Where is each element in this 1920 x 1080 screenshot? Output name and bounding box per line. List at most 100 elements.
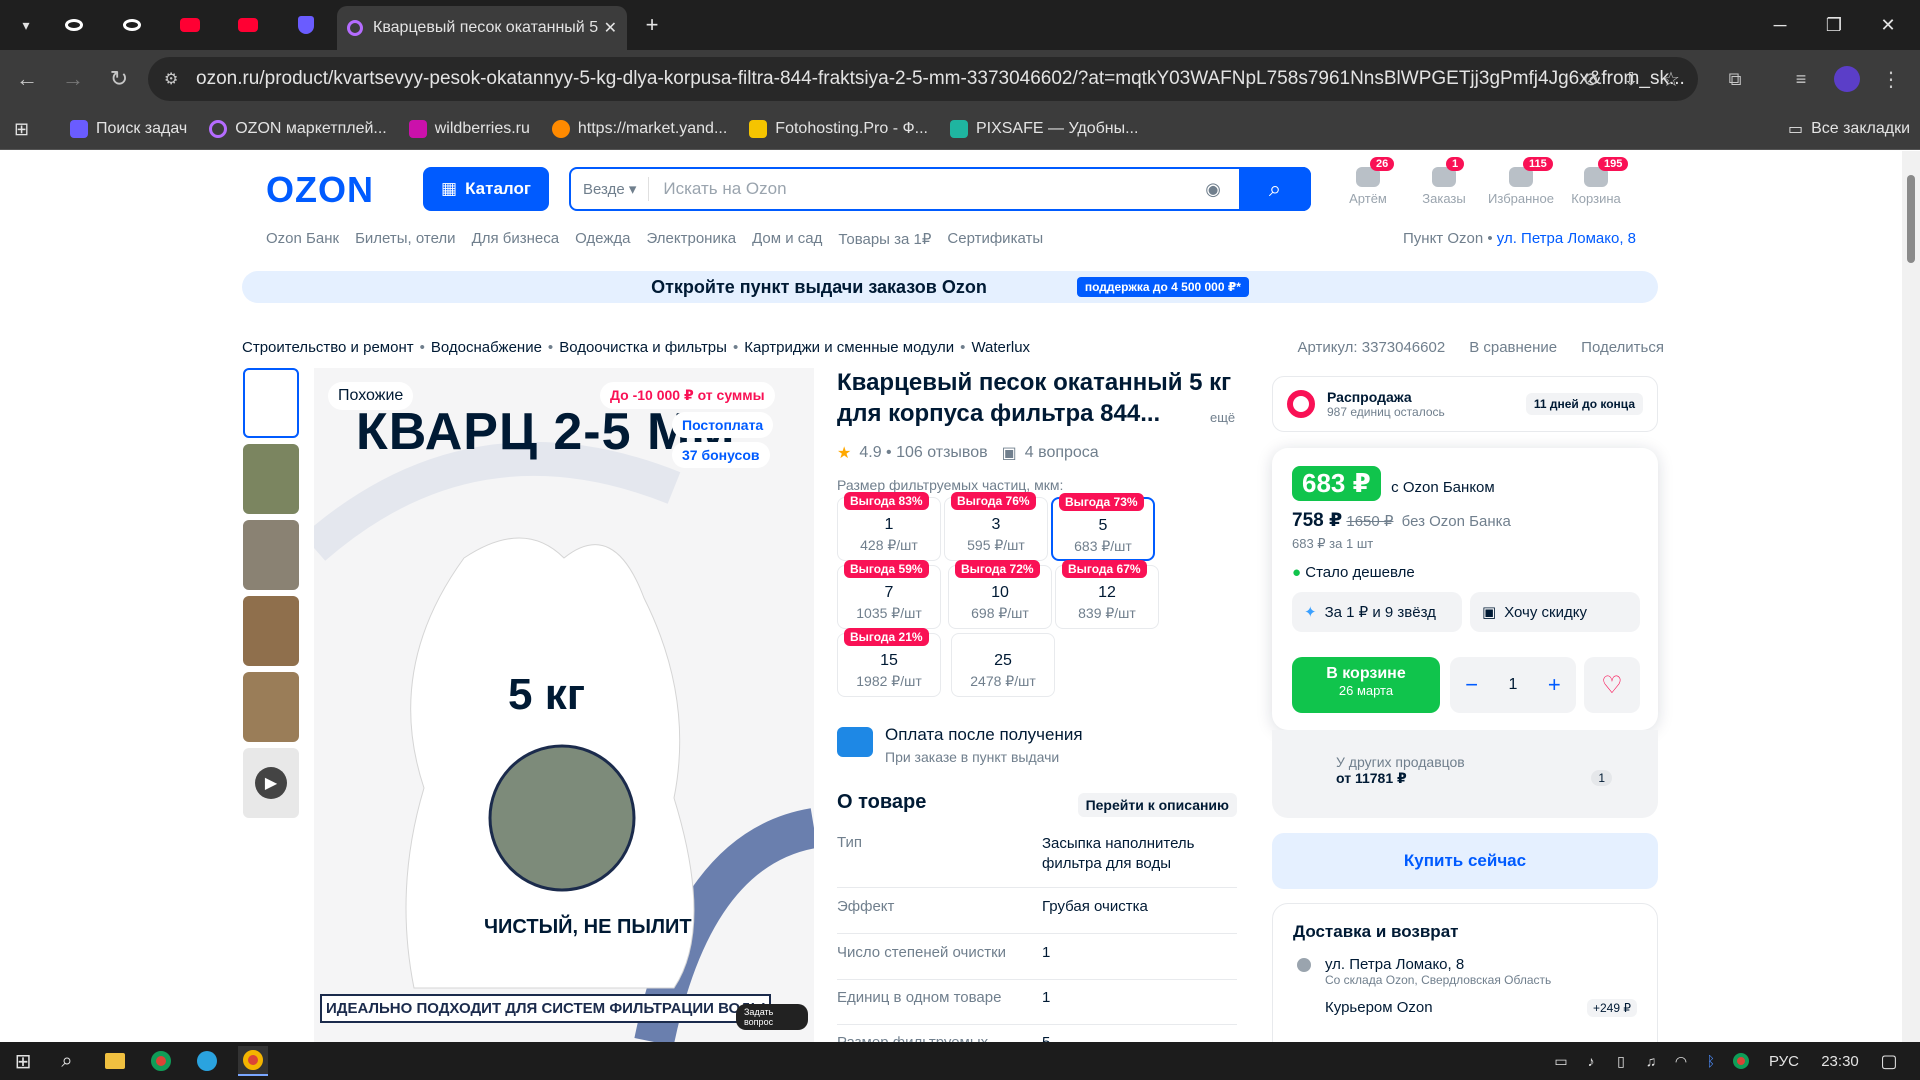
chrome-icon[interactable] [146, 1046, 176, 1076]
nav-tickets[interactable]: Билеты, отели [355, 230, 456, 248]
goto-description-button[interactable]: Перейти к описанию [1077, 793, 1237, 817]
pinned-tab-youtube-2[interactable] [230, 9, 266, 41]
search-button[interactable]: ⌕ [1239, 167, 1311, 211]
clock[interactable]: 23:30 [1810, 1046, 1870, 1076]
telegram-icon[interactable] [192, 1046, 222, 1076]
bookmark-star-icon[interactable]: ☆ [1656, 64, 1686, 94]
bookmark-wildberries[interactable]: wildberries.ru [408, 119, 530, 138]
nav-home[interactable]: Дом и сад [752, 230, 822, 248]
tab-search-button[interactable]: ▾ [10, 9, 42, 41]
profile-avatar[interactable] [1832, 64, 1862, 94]
ozon-logo[interactable]: OZON [266, 169, 374, 211]
minus-icon[interactable]: − [1465, 672, 1478, 698]
bookmark-poisk[interactable]: Поиск задач [70, 119, 187, 138]
address-bar[interactable]: ⚙ ozon.ru/product/kvartsevyy-pesok-okata… [148, 57, 1698, 101]
reload-icon[interactable]: ↻ [104, 64, 134, 94]
pickup-point[interactable]: Пункт Ozon • ул. Петра Ломако, 8 [1403, 230, 1636, 247]
battery-icon[interactable]: ▯ [1606, 1046, 1636, 1076]
bookmark-fotohosting[interactable]: Fotohosting.Pro - Ф... [749, 119, 928, 138]
nav-business[interactable]: Для бизнеса [472, 230, 560, 248]
postpay-chip[interactable]: Постоплата [672, 412, 774, 438]
network-icon[interactable]: ▭ [1546, 1046, 1576, 1076]
courier-option[interactable]: Курьером Ozon +249 ₽ [1293, 999, 1637, 1017]
apps-grid-icon[interactable]: ⊞ [14, 119, 29, 140]
language-indicator[interactable]: РУС [1764, 1046, 1804, 1076]
nav-electronics[interactable]: Электроника [647, 230, 737, 248]
rating-reviews[interactable]: 4.9 • 106 отзывов [859, 444, 987, 462]
other-sellers[interactable]: У других продавцов от 11781 ₽ 1 [1272, 730, 1658, 818]
size-option-25[interactable]: 25 2478 ₽/шт [951, 633, 1055, 697]
video-thumbnail[interactable]: ▶ [243, 748, 299, 818]
thumbnail[interactable] [243, 672, 299, 742]
questions-link[interactable]: 4 вопроса [1025, 444, 1099, 462]
want-discount-button[interactable]: ▣ Хочу скидку [1470, 592, 1640, 632]
all-bookmarks[interactable]: ▭ Все закладки [1788, 119, 1910, 139]
forward-icon[interactable]: → [58, 64, 88, 94]
favorite-heart-icon[interactable]: ♡ [1584, 657, 1640, 713]
speaker-icon[interactable]: ♪ [1576, 1046, 1606, 1076]
sku-copy[interactable]: Артикул: 3373046602 [1298, 339, 1446, 356]
compare-link[interactable]: В сравнение [1469, 339, 1557, 356]
pinned-tab-youtube-1[interactable] [172, 9, 208, 41]
bonus-chip[interactable]: 37 бонусов [672, 442, 770, 468]
header-orders[interactable]: 1 Заказы [1409, 157, 1479, 206]
catalog-button[interactable]: ▦ Каталог [423, 167, 549, 211]
scrollbar-thumb[interactable] [1907, 175, 1915, 263]
title-more-link[interactable]: ещё [1210, 410, 1235, 425]
promo-discount-chip[interactable]: До -10 000 ₽ от суммы [600, 382, 775, 409]
product-main-image[interactable]: КВАРЦ 2-5 ММ 5 кг ЧИСТЫЙ, НЕ ПЫЛИТ ИДЕАЛ… [314, 368, 814, 1042]
size-option-3[interactable]: Выгода 76% 3 595 ₽/шт [944, 492, 1048, 561]
size-option-5[interactable]: Выгода 73% 5 683 ₽/шт [1051, 493, 1155, 561]
size-option-7[interactable]: Выгода 59% 7 1035 ₽/шт [837, 560, 941, 629]
back-icon[interactable]: ← [12, 64, 42, 94]
buy-now-button[interactable]: Купить сейчас [1272, 833, 1658, 889]
bookmark-pixsafe[interactable]: PIXSAFE — Удобны... [949, 119, 1138, 138]
stars-button[interactable]: ✦ За 1 ₽ и 9 звёзд [1292, 592, 1462, 632]
header-profile[interactable]: 26 Артём [1333, 157, 1403, 206]
install-app-icon[interactable]: ⇩ [1616, 64, 1646, 94]
pinned-tab-1[interactable] [56, 9, 92, 41]
active-tab[interactable]: Кварцевый песок окатанный 5 ✕ [337, 6, 627, 50]
search-scope-select[interactable]: Везде ▾ [571, 177, 650, 201]
size-option-12[interactable]: Выгода 67% 12 839 ₽/шт [1055, 560, 1159, 629]
crumb[interactable]: Водоснабжение [431, 339, 542, 356]
plus-icon[interactable]: + [1548, 672, 1561, 698]
pinned-tab-2[interactable] [114, 9, 150, 41]
windows-start-icon[interactable]: ⊞ [8, 1046, 38, 1076]
site-info-icon[interactable]: ⚙ [164, 69, 178, 89]
header-favorites[interactable]: 115 Избранное [1486, 157, 1556, 206]
close-window-icon[interactable]: ✕ [1868, 10, 1908, 40]
share-link[interactable]: Поделиться [1581, 339, 1664, 356]
nav-clothes[interactable]: Одежда [575, 230, 630, 248]
price-row[interactable]: 683 ₽ с Ozon Банком [1292, 466, 1638, 501]
ask-question-button[interactable]: Задать вопрос [736, 1004, 808, 1030]
size-option-10[interactable]: Выгода 72% 10 698 ₽/шт [948, 560, 1052, 629]
size-option-1[interactable]: Выгода 83% 1 428 ₽/шт [837, 492, 941, 561]
bluetooth-icon[interactable]: ᛒ [1696, 1046, 1726, 1076]
search-icon[interactable]: ⌕ [52, 1046, 82, 1076]
thumbnail[interactable] [243, 368, 299, 438]
close-tab-icon[interactable]: ✕ [604, 18, 617, 38]
tracking-off-icon[interactable]: ⊘ [1576, 64, 1606, 94]
camera-icon[interactable]: ◉ [1205, 179, 1221, 200]
crumb[interactable]: Waterlux [971, 339, 1030, 356]
notifications-icon[interactable]: ▢ [1874, 1046, 1904, 1076]
wifi-icon[interactable]: ◠ [1666, 1046, 1696, 1076]
nav-ozon-bank[interactable]: Ozon Банк [266, 230, 339, 248]
sale-block[interactable]: Распродажа 987 единиц осталось 11 дней д… [1272, 376, 1658, 432]
price-dropped-row[interactable]: ● Стало дешевле [1292, 564, 1638, 581]
promo-banner[interactable]: Откройте пункт выдачи заказов Ozon поддер… [242, 271, 1658, 303]
thumbnail[interactable] [243, 444, 299, 514]
thumbnail[interactable] [243, 596, 299, 666]
chrome-tray-icon[interactable] [1726, 1046, 1756, 1076]
file-explorer-icon[interactable] [100, 1046, 130, 1076]
media-control-icon[interactable]: ≡ [1786, 64, 1816, 94]
similar-button[interactable]: Похожие [328, 382, 414, 410]
page-scrollbar[interactable] [1902, 151, 1920, 1042]
restore-icon[interactable]: ❐ [1814, 10, 1854, 40]
nav-1rub[interactable]: Товары за 1₽ [838, 230, 931, 248]
thumbnail[interactable] [243, 520, 299, 590]
crumb[interactable]: Водоочистка и фильтры [559, 339, 727, 356]
bookmark-ozon[interactable]: OZON маркетплей... [209, 119, 387, 138]
menu-kebab-icon[interactable]: ⋮ [1876, 64, 1906, 94]
